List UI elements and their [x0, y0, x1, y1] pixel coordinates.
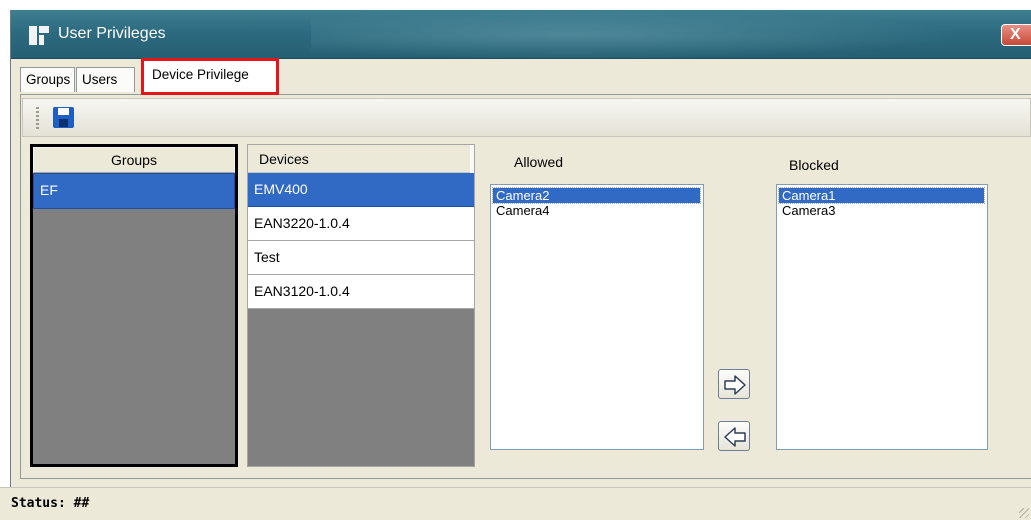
device-row-test[interactable]: Test [248, 241, 474, 275]
toolbar-grip[interactable] [36, 107, 39, 131]
blocked-item-camera3[interactable]: Camera3 [779, 203, 984, 218]
allowed-item-camera4[interactable]: Camera4 [493, 203, 700, 218]
allowed-item-camera2[interactable]: Camera2 [492, 187, 701, 204]
group-row-ef[interactable]: EF [33, 173, 235, 209]
blocked-item-camera1[interactable]: Camera1 [778, 187, 985, 204]
allowed-label: Allowed [514, 154, 564, 170]
device-row-ean3220[interactable]: EAN3220-1.0.4 [248, 207, 474, 241]
tab-groups[interactable]: Groups [20, 67, 75, 92]
save-button[interactable] [51, 105, 75, 129]
close-button[interactable]: X [1001, 24, 1031, 46]
tab-device-privilege[interactable]: Device Privilege [141, 58, 279, 95]
move-to-blocked-button[interactable] [718, 369, 750, 399]
devices-grid[interactable]: Devices EMV400 EAN3220-1.0.4 Test EAN312… [247, 144, 475, 467]
arrow-right-icon [724, 375, 746, 395]
window-title: User Privileges [58, 25, 166, 42]
toolbar [22, 98, 1031, 137]
devices-header-label: Devices [259, 151, 309, 167]
device-row-ean3120[interactable]: EAN3120-1.0.4 [248, 275, 474, 309]
tab-users[interactable]: Users [76, 67, 135, 92]
groups-grid[interactable]: Groups EF [30, 144, 238, 467]
blocked-listbox[interactable]: Camera1 Camera3 [776, 184, 988, 450]
arrow-left-icon [724, 427, 746, 447]
status-text: Status: ## [11, 496, 90, 511]
groups-column-header[interactable]: Groups [33, 147, 235, 173]
move-to-allowed-button[interactable] [718, 421, 750, 451]
device-row-emv400[interactable]: EMV400 [248, 173, 474, 207]
close-icon: X [1010, 26, 1021, 43]
resize-grip[interactable] [1019, 508, 1029, 518]
blocked-label: Blocked [789, 157, 839, 173]
title-bar-texture [311, 10, 961, 59]
app-icon [29, 26, 49, 45]
allowed-listbox[interactable]: Camera2 Camera4 [490, 184, 704, 450]
status-bar: Status: ## [0, 487, 1031, 520]
devices-column-header[interactable]: Devices [248, 145, 474, 173]
title-bar[interactable]: User Privileges X [11, 10, 1031, 59]
